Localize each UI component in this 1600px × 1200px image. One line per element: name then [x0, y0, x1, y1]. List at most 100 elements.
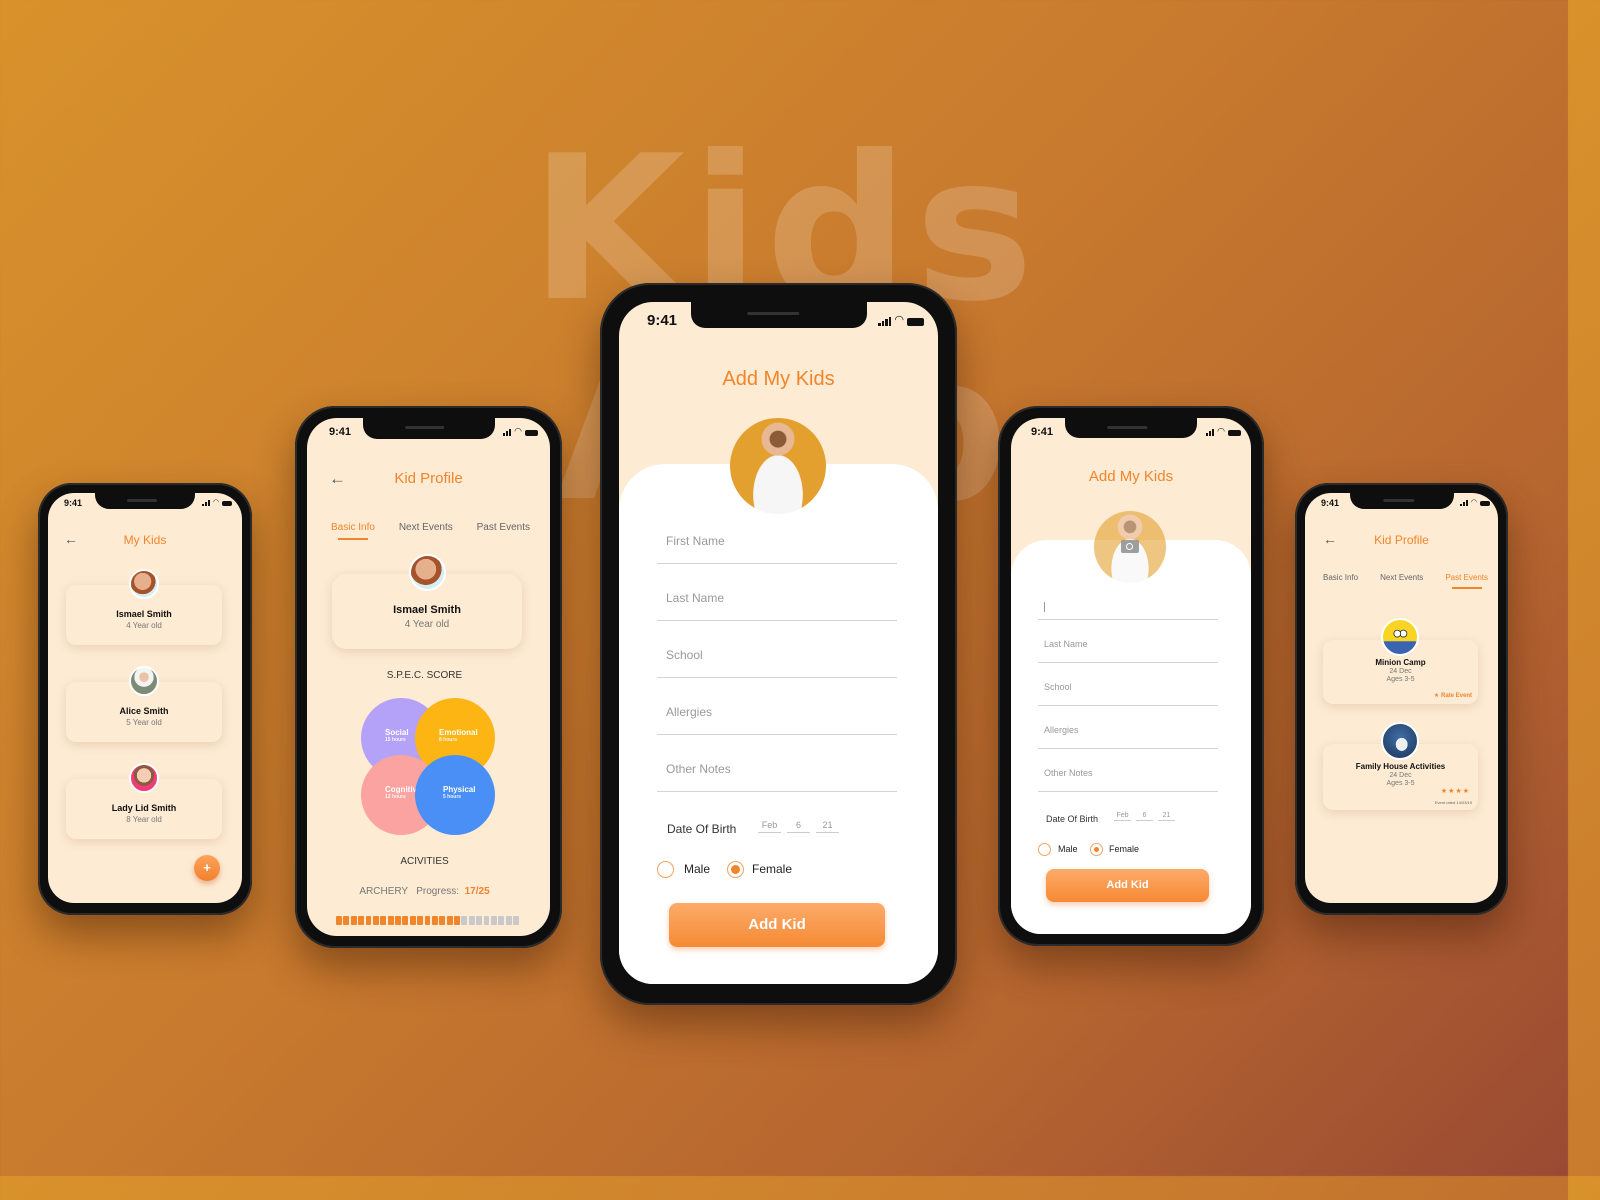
gender-female-label: Female — [752, 862, 793, 876]
kid-age: 8 Year old — [126, 815, 162, 824]
add-kid-button[interactable]: Add Kid — [669, 903, 885, 947]
phone-kid-profile: 9:41 ◠ ← Kid Profile Basic Info Next Eve… — [295, 406, 562, 948]
progress-segment-done — [336, 916, 342, 925]
status-icons: ◠ — [1206, 427, 1241, 436]
progress-value: 17/25 — [464, 886, 490, 897]
last-name-input[interactable]: Last Name — [657, 591, 897, 621]
dob-year-input[interactable]: 21 — [816, 820, 839, 833]
spec-physical-label: Physical — [443, 785, 476, 794]
event-date: 24 Dec — [1389, 772, 1412, 779]
allergies-input[interactable]: Allergies — [657, 705, 897, 735]
progress-segment-done — [395, 916, 401, 925]
kid-photo[interactable] — [730, 418, 826, 514]
signal-icon — [878, 317, 892, 326]
activity-progress-bar — [336, 916, 519, 925]
school-input[interactable]: School — [1038, 682, 1218, 706]
kid-avatar — [129, 763, 159, 793]
notch — [1349, 493, 1454, 509]
tab-next-events[interactable]: Next Events — [399, 522, 453, 533]
battery-icon — [1228, 430, 1241, 436]
progress-segment-remaining — [461, 916, 468, 925]
screen: 9:41 ◠ Add My Kids First Name Last Name … — [619, 302, 938, 984]
notch — [690, 302, 867, 328]
tab-past-events[interactable]: Past Events — [477, 522, 530, 533]
spec-score-title: S.P.E.C. SCORE — [386, 670, 463, 681]
battery-icon — [1480, 501, 1490, 506]
phone-past-events: 9:41 ◠ ← Kid Profile Basic Info Next Eve… — [1295, 483, 1508, 915]
progress-segment-done — [439, 916, 446, 925]
allergies-input[interactable]: Allergies — [1038, 725, 1218, 749]
wifi-icon: ◠ — [1217, 426, 1225, 436]
signal-icon — [1459, 500, 1468, 506]
first-name-input[interactable] — [1038, 596, 1218, 620]
kid-age: 5 Year old — [126, 718, 162, 727]
progress-segment-remaining — [505, 916, 512, 925]
last-name-input[interactable]: Last Name — [1038, 639, 1218, 663]
phone-add-kid-edit: 9:41 ◠ Add My Kids Last Name School Alle… — [998, 406, 1264, 946]
progress-segment-remaining — [498, 916, 505, 925]
progress-segment-done — [424, 916, 431, 925]
dob-month-input[interactable]: Feb — [758, 820, 781, 833]
status-time: 9:41 — [647, 312, 678, 329]
gender-female-radio[interactable] — [1090, 843, 1103, 856]
gender-female-radio[interactable] — [727, 861, 744, 878]
first-name-input[interactable]: First Name — [657, 534, 897, 564]
status-time: 9:41 — [329, 426, 352, 438]
event-rating-stars: ★★★★ — [1441, 787, 1470, 795]
gender-male-radio[interactable] — [1038, 843, 1051, 856]
text-cursor — [1044, 602, 1045, 612]
page-title: Kid Profile — [394, 470, 463, 487]
phone-add-kid-main: 9:41 ◠ Add My Kids First Name Last Name … — [600, 283, 957, 1005]
tab-past-events[interactable]: Past Events — [1445, 573, 1488, 589]
dob-day-input[interactable]: 6 — [787, 820, 810, 833]
signal-icon — [1206, 429, 1215, 436]
wifi-icon: ◠ — [514, 426, 522, 436]
other-notes-input[interactable]: Other Notes — [1038, 768, 1218, 792]
event-image-horse — [1381, 722, 1419, 760]
spec-emotional-label: Emotional — [439, 728, 478, 737]
gender-male-label: Male — [684, 862, 711, 876]
status-time: 9:41 — [64, 498, 83, 508]
add-kid-button[interactable]: Add Kid — [1046, 869, 1209, 902]
kid-age: 4 Year old — [126, 621, 162, 630]
status-icons: ◠ — [1459, 499, 1490, 506]
kid-avatar — [129, 569, 159, 599]
progress-segment-done — [343, 916, 350, 925]
spec-physical-circle[interactable]: Physical 5 hours — [415, 755, 495, 835]
activities-title: ACIVITIES — [400, 856, 449, 867]
star-icon: ★ — [1433, 693, 1440, 699]
profile-tabs: Basic Info Next Events Past Events — [1323, 573, 1488, 589]
tab-basic-info[interactable]: Basic Info — [1323, 573, 1358, 582]
camera-icon[interactable] — [1121, 540, 1139, 553]
gender-male-radio[interactable] — [657, 861, 674, 878]
dob-month-input[interactable]: Feb — [1114, 812, 1131, 821]
battery-icon — [907, 318, 924, 326]
rate-event-link[interactable]: ★ Rate Event — [1434, 692, 1472, 699]
event-image-minion — [1381, 618, 1419, 656]
kid-avatar — [129, 666, 159, 696]
tab-basic-info[interactable]: Basic Info — [331, 522, 375, 540]
school-input[interactable]: School — [657, 648, 897, 678]
other-notes-input[interactable]: Other Notes — [657, 762, 897, 792]
spec-physical-hours: 5 hours — [443, 794, 462, 800]
page-title: Add My Kids — [1088, 468, 1174, 485]
screen: 9:41 ◠ Add My Kids Last Name School Alle… — [1011, 418, 1251, 934]
dob-day-input[interactable]: 6 — [1136, 812, 1153, 821]
star-icon: ★ — [1462, 788, 1470, 795]
rate-event-label: Rate Event — [1440, 693, 1472, 699]
page-title: Add My Kids — [722, 368, 835, 390]
progress-segment-remaining — [483, 916, 490, 925]
screen: 9:41 ◠ ← My Kids Ismael Smith 4 Year old… — [48, 493, 242, 903]
progress-segment-remaining — [490, 916, 497, 925]
progress-segment-done — [454, 916, 460, 925]
dob-label: Date Of Birth — [1046, 814, 1099, 824]
dob-year-input[interactable]: 21 — [1158, 812, 1175, 821]
star-icon: ★ — [1455, 788, 1463, 795]
wifi-icon: ◠ — [212, 499, 219, 506]
add-kid-fab-button[interactable]: + — [194, 855, 220, 881]
event-rated-text: Event rated 14/03/19 — [1434, 800, 1472, 805]
battery-icon — [525, 430, 538, 436]
tab-next-events[interactable]: Next Events — [1380, 573, 1423, 582]
event-ages: Ages 3-5 — [1386, 780, 1415, 787]
kid-name: Alice Smith — [119, 706, 169, 716]
